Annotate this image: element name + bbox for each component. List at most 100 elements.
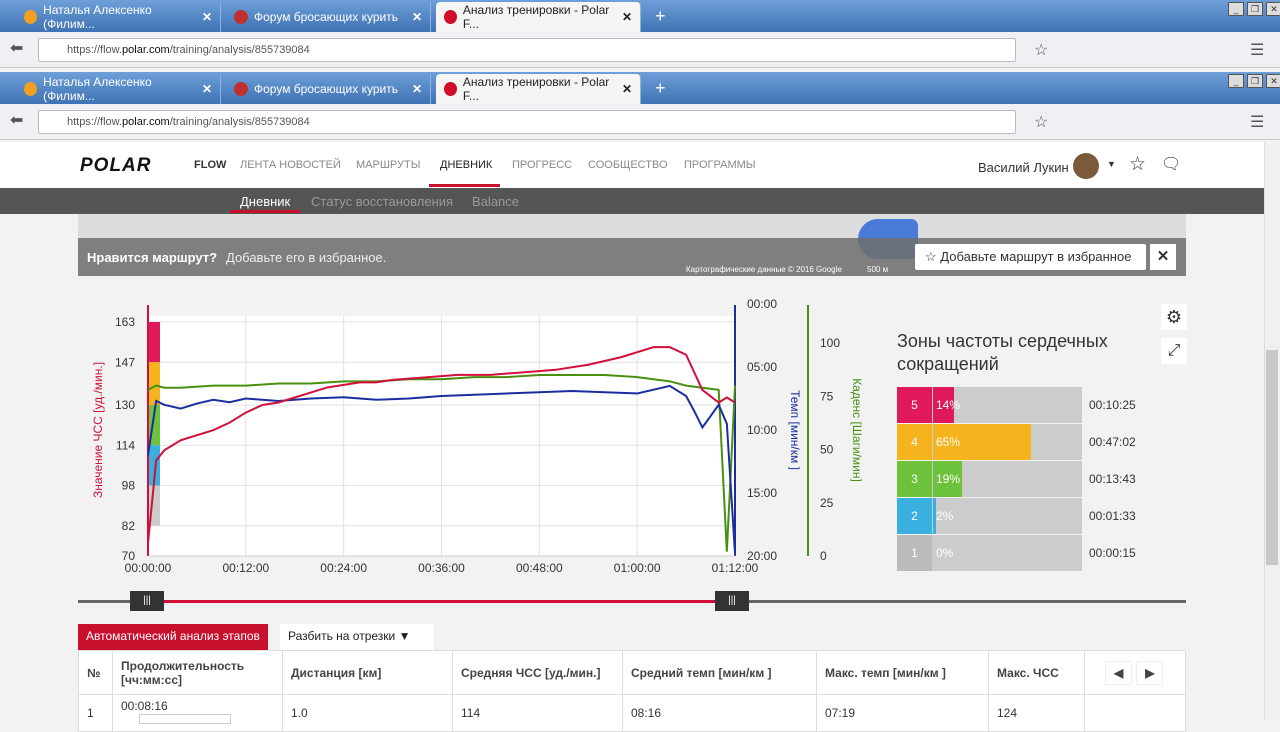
subnav-active-indicator: [230, 210, 300, 213]
minimize-window-icon[interactable]: _: [1228, 2, 1244, 16]
url-bar[interactable]: https://flow.polar.com/training/analysis…: [38, 110, 1016, 134]
browser-tab[interactable]: Наталья Алексенко (Филим... ✕: [16, 74, 221, 104]
new-tab-icon[interactable]: +: [655, 6, 666, 27]
notifications-icon[interactable]: 🗨: [1161, 154, 1181, 174]
column-header[interactable]: Средний темп [мин/км ]: [622, 650, 817, 695]
scrollbar-thumb[interactable]: [1266, 350, 1278, 565]
y-tick-left: 147: [115, 355, 135, 369]
avatar[interactable]: [1073, 153, 1099, 179]
cell-value: 1.0: [291, 706, 308, 720]
tab-favicon-icon: [444, 10, 457, 24]
zone-row: 5 14%: [897, 387, 1082, 423]
cell-value: 00:08:16: [121, 699, 168, 713]
y-tick-cadence: 0: [820, 549, 827, 563]
y-tick-left: 114: [116, 438, 135, 452]
zone-band: [149, 362, 160, 406]
back-icon[interactable]: ⬅: [10, 110, 23, 130]
range-handle-end[interactable]: |||: [715, 591, 749, 611]
column-header[interactable]: Средняя ЧСС [уд./мин.]: [452, 650, 623, 695]
prev-columns-button[interactable]: ◀: [1105, 660, 1133, 685]
fav-button-label: Добавьте маршрут в избранное: [940, 249, 1132, 264]
y-tick-pace: 10:00: [747, 423, 777, 437]
subnav-item[interactable]: Дневник: [240, 194, 290, 209]
range-selection: [148, 600, 733, 603]
y-tick-cadence: 100: [820, 336, 840, 350]
back-icon[interactable]: ⬅: [10, 38, 23, 58]
x-tick: 00:48:00: [516, 561, 563, 575]
tab-title: Анализ тренировки - Polar F...: [462, 75, 610, 103]
user-name[interactable]: Василий Лукин: [978, 160, 1069, 175]
zone-percent: 2%: [936, 509, 954, 523]
menu-icon[interactable]: ☰: [1250, 40, 1264, 60]
settings-gear-icon[interactable]: ⚙: [1161, 304, 1187, 330]
tab-close-icon[interactable]: ✕: [622, 10, 632, 24]
menu-icon[interactable]: ☰: [1250, 112, 1264, 132]
column-header[interactable]: Дистанция [км]: [282, 650, 453, 695]
cell-value: 124: [997, 706, 1018, 720]
chevron-down-icon[interactable]: ▼: [1107, 159, 1116, 169]
favorite-route-banner: Нравится маршрут? Добавьте его в избранн…: [78, 238, 1186, 276]
column-header[interactable]: Продолжительность [чч:мм:сс]: [112, 650, 283, 695]
nav-active-indicator: [429, 184, 500, 187]
x-tick: 00:12:00: [222, 561, 269, 575]
star-icon[interactable]: ☆: [1034, 40, 1048, 60]
close-window-icon[interactable]: ✕: [1266, 2, 1280, 16]
y-label-cadence: Каденс [Шаги/мин]: [850, 378, 864, 482]
zone-row: 2 2%: [897, 498, 1082, 534]
browser-tab[interactable]: Наталья Алексенко (Филим... ✕: [16, 2, 221, 32]
nav-item[interactable]: ПРОГРЕСС: [512, 159, 572, 171]
table-row[interactable]: 1 00:08:16 1.0 114 08:16 07:19 124: [78, 694, 1186, 732]
subnav-item[interactable]: Статус восстановления: [311, 194, 453, 209]
zone-time: 00:10:25: [1089, 398, 1136, 412]
nav-item[interactable]: МАРШРУТЫ: [356, 159, 420, 171]
x-tick: 00:00:00: [125, 561, 172, 575]
nav-item[interactable]: ПРОГРАММЫ: [684, 159, 756, 171]
y-tick-left: 163: [115, 315, 135, 329]
range-handle-start[interactable]: |||: [130, 591, 164, 611]
tab-close-icon[interactable]: ✕: [202, 10, 212, 24]
map-credits: Картографические данные © 2016 Google: [686, 265, 842, 274]
close-banner-button[interactable]: ✕: [1150, 244, 1176, 270]
new-tab-icon[interactable]: +: [655, 78, 666, 99]
restore-window-icon[interactable]: ❐: [1247, 2, 1263, 16]
training-chart[interactable]: 16314713011498827000:0005:0010:0015:0020…: [0, 290, 890, 585]
url-prefix: https://flow.: [67, 44, 123, 56]
browser-tab[interactable]: Анализ тренировки - Polar F... ✕: [436, 2, 641, 32]
nav-item[interactable]: СООБЩЕСТВО: [588, 159, 668, 171]
y-tick-cadence: 75: [820, 389, 834, 403]
tab-close-icon[interactable]: ✕: [412, 10, 422, 24]
column-header[interactable]: №: [78, 650, 113, 695]
zone-row: 1 0%: [897, 535, 1082, 571]
browser-tab[interactable]: Анализ тренировки - Polar F... ✕: [436, 74, 641, 104]
table-cell: 07:19: [816, 694, 989, 732]
subnav-item[interactable]: Balance: [472, 194, 519, 209]
zone-number: 1: [897, 535, 932, 571]
polar-logo[interactable]: POLAR: [80, 155, 152, 177]
minimize-window-icon[interactable]: _: [1228, 74, 1244, 88]
tab-close-icon[interactable]: ✕: [202, 82, 212, 96]
add-route-favorite-button[interactable]: ☆ Добавьте маршрут в избранное: [915, 244, 1146, 270]
favorites-star-icon[interactable]: ☆: [1129, 153, 1146, 176]
tab-auto-laps[interactable]: Автоматический анализ этапов: [78, 624, 268, 650]
browser-tab[interactable]: Форум бросающих курить ✕: [226, 2, 431, 32]
column-header[interactable]: Макс. ЧСС: [988, 650, 1085, 695]
browser-tab[interactable]: Форум бросающих курить ✕: [226, 74, 431, 104]
tab-favicon-icon: [24, 10, 38, 24]
tab-close-icon[interactable]: ✕: [622, 82, 632, 96]
banner-hint: Добавьте его в избранное.: [226, 250, 387, 265]
tab-favicon-icon: [234, 10, 248, 24]
zone-time: 00:00:15: [1089, 546, 1136, 560]
zone-number: 3: [897, 461, 932, 497]
star-icon[interactable]: ☆: [1034, 112, 1048, 132]
nav-item[interactable]: ДНЕВНИК: [440, 159, 492, 171]
next-columns-button[interactable]: ▶: [1136, 660, 1164, 685]
tab-split-laps[interactable]: Разбить на отрезки ▼: [280, 624, 434, 650]
tab-close-icon[interactable]: ✕: [412, 82, 422, 96]
zone-band: [149, 322, 160, 363]
close-window-icon[interactable]: ✕: [1266, 74, 1280, 88]
url-bar[interactable]: https://flow.polar.com/training/analysis…: [38, 38, 1016, 62]
fullscreen-icon[interactable]: ⤢: [1161, 338, 1187, 364]
column-header[interactable]: Макс. темп [мин/км ]: [816, 650, 989, 695]
nav-item[interactable]: ЛЕНТА НОВОСТЕЙ: [240, 159, 341, 171]
restore-window-icon[interactable]: ❐: [1247, 74, 1263, 88]
